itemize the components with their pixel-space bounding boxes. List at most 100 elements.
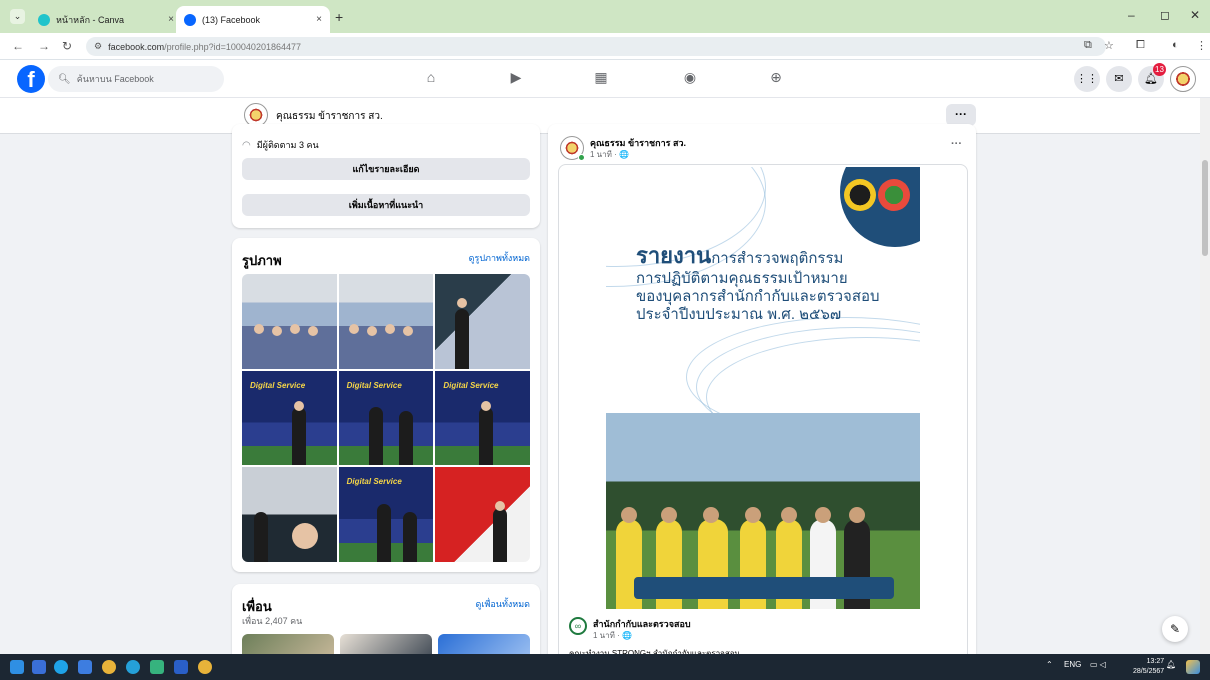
tab-title: หน้าหลัก - Canva xyxy=(56,14,125,25)
shared-timestamp[interactable]: 1 นาที · 🌐 xyxy=(593,629,632,642)
poster-line: ประจำปีงบประมาณ พ.ศ. ๒๕๖๗ xyxy=(636,306,842,324)
account-avatar[interactable] xyxy=(1170,66,1196,92)
file-explorer-icon[interactable] xyxy=(78,660,92,674)
profile-name[interactable]: คุณธรรม ข้าราชการ สว. xyxy=(276,109,383,124)
new-tab-button[interactable]: + xyxy=(335,9,343,25)
post-timestamp[interactable]: 1 นาที · 🌐 xyxy=(590,148,629,161)
followers-text: มีผู้ติดตาม 3 คน xyxy=(256,140,319,150)
report-poster-image[interactable]: รายงานการสำรวจพฤติกรรม การปฏิบัติตามคุณธ… xyxy=(606,167,920,609)
windows-taskbar: ⌃ ENG ▭ ◁ 13:27 28/5/2567 🔔︎ xyxy=(0,654,1210,680)
app-icon[interactable] xyxy=(126,660,140,674)
tab-search-chevron-icon[interactable]: ⌄ xyxy=(10,9,25,24)
minimize-button[interactable]: – xyxy=(1128,8,1135,22)
tab-close-icon[interactable]: × xyxy=(316,14,322,25)
photos-title: รูปภาพ xyxy=(242,253,282,268)
page-scrollbar[interactable] xyxy=(1200,98,1210,654)
forward-icon[interactable]: → xyxy=(38,39,50,53)
url-domain: facebook.com xyxy=(108,41,165,52)
add-featured-button[interactable]: เพิ่มเนื้อหาที่แนะนำ xyxy=(242,194,530,216)
clock[interactable]: 13:27 28/5/2567 xyxy=(1133,657,1164,677)
address-bar-row: ← → ↻ ⚙ facebook.com /profile.php?id=100… xyxy=(0,33,1210,60)
messenger-icon[interactable]: ✉ xyxy=(1106,66,1132,92)
poster-line: การปฏิบัติตามคุณธรรมเป้าหมาย xyxy=(636,269,848,287)
restore-button[interactable]: ◻ xyxy=(1160,8,1170,22)
profile-chip-icon[interactable]: ◐ xyxy=(1172,39,1179,51)
poster-headline: รายงานการสำรวจพฤติกรรม การปฏิบัติตามคุณธ… xyxy=(636,243,916,325)
app-icon[interactable] xyxy=(150,660,164,674)
photo-thumbnail[interactable] xyxy=(435,274,530,369)
notification-icon[interactable]: 🔔︎ xyxy=(1166,660,1176,669)
gaming-icon[interactable]: ⊕ xyxy=(765,69,787,89)
see-all-photos-link[interactable]: ดูรูปภาพทั้งหมด xyxy=(469,251,530,265)
search-icon: 🔍︎ xyxy=(58,73,71,85)
menu-grid-icon[interactable]: ⋮⋮ xyxy=(1074,66,1100,92)
home-icon[interactable]: ⌂ xyxy=(420,69,442,89)
friends-count: เพื่อน 2,407 คน xyxy=(242,616,303,626)
notification-count-badge: 13 xyxy=(1153,63,1166,76)
photo-thumbnail[interactable] xyxy=(242,274,337,369)
network-volume-icon[interactable]: ▭ ◁ xyxy=(1090,660,1106,669)
edit-details-button[interactable]: แก้ไขรายละเอียด xyxy=(242,158,530,180)
site-info-icon[interactable]: ⚙ xyxy=(94,41,102,52)
office-logo-icon[interactable]: ∞ xyxy=(569,617,587,635)
marketplace-icon[interactable]: ▦ xyxy=(590,69,612,89)
tab-title: (13) Facebook xyxy=(202,14,261,25)
see-all-friends-link[interactable]: ดูเพื่อนทั้งหมด xyxy=(476,597,530,611)
tab-close-icon[interactable]: × xyxy=(168,14,174,25)
profile-more-button[interactable]: ··· xyxy=(946,104,976,126)
chrome-icon[interactable] xyxy=(198,660,212,674)
tab-canva[interactable]: หน้าหลัก - Canva × xyxy=(30,6,182,33)
online-status-dot xyxy=(578,154,585,161)
language-indicator[interactable]: ENG xyxy=(1064,660,1081,669)
video-icon[interactable]: ▶ xyxy=(505,69,527,89)
extensions-icon[interactable]: ⧠ xyxy=(1136,39,1145,52)
edge-icon[interactable] xyxy=(54,660,68,674)
url-path: /profile.php?id=100040201864477 xyxy=(164,41,301,52)
photo-thumbnail[interactable] xyxy=(242,467,337,562)
photos-card: รูปภาพ ดูรูปภาพทั้งหมด Digital Service D… xyxy=(232,238,540,572)
poster-headline-rest: การสำรวจพฤติกรรม xyxy=(711,250,844,267)
photo-thumbnail[interactable]: Digital Service xyxy=(242,370,337,466)
facebook-search-input[interactable]: 🔍︎ ค้นหาบน Facebook xyxy=(48,66,224,92)
new-message-edit-icon[interactable]: ✎ xyxy=(1162,616,1188,642)
facebook-top-bar: f 🔍︎ ค้นหาบน Facebook ⌂ ▶ ▦ ◉ ⊕ ⋮⋮ ✉ 🔔︎ … xyxy=(0,60,1210,98)
window-close-button[interactable]: ✕ xyxy=(1190,8,1200,22)
search-placeholder: ค้นหาบน Facebook xyxy=(76,74,154,84)
search-app-icon[interactable] xyxy=(32,660,46,674)
outlook-icon[interactable] xyxy=(174,660,188,674)
reload-icon[interactable]: ↻ xyxy=(62,39,72,53)
url-input[interactable]: ⚙ facebook.com /profile.php?id=100040201… xyxy=(86,37,1106,56)
poster-headline-big: รายงาน xyxy=(636,243,712,268)
poster-line: ของบุคลากรสำนักกำกับและตรวจสอบ xyxy=(636,288,880,306)
friends-card: เพื่อน ดูเพื่อนทั้งหมด เพื่อน 2,407 คน xyxy=(232,584,540,664)
photo-thumbnail[interactable]: Digital Service xyxy=(338,370,434,466)
rss-followers-icon: ◠ xyxy=(242,139,251,151)
smile-logo-icon xyxy=(844,179,876,211)
copilot-icon[interactable] xyxy=(1186,660,1200,674)
photo-thumbnail[interactable]: Digital Service xyxy=(338,467,434,562)
facebook-favicon-icon xyxy=(184,13,196,26)
photo-thumbnail[interactable] xyxy=(435,467,530,562)
browser-menu-icon[interactable]: ⋮ xyxy=(1196,39,1207,52)
tab-facebook[interactable]: (13) Facebook × xyxy=(176,6,330,33)
shared-post-frame: รายงานการสำรวจพฤติกรรม การปฏิบัติตามคุณธ… xyxy=(558,164,968,664)
groups-icon[interactable]: ◉ xyxy=(679,69,701,89)
back-icon[interactable]: ← xyxy=(12,39,24,53)
tray-chevron-icon[interactable]: ⌃ xyxy=(1046,660,1053,669)
post-card: คุณธรรม ข้าราชการ สว. 1 นาที · 🌐 ··· ราย… xyxy=(548,124,976,664)
photo-thumbnail[interactable]: Digital Service xyxy=(435,370,530,466)
poster-footer-banner xyxy=(634,577,894,599)
install-app-icon[interactable]: ⧉ xyxy=(1084,39,1092,52)
browser-tab-strip: ⌄ หน้าหลัก - Canva × (13) Facebook × + –… xyxy=(0,0,1210,33)
strong-logo-icon xyxy=(878,179,910,211)
canva-favicon-icon xyxy=(38,13,50,26)
photo-grid: Digital Service Digital Service Digital … xyxy=(242,274,530,562)
bookmark-star-icon[interactable]: ☆ xyxy=(1104,39,1114,52)
chrome-icon[interactable] xyxy=(102,660,116,674)
post-more-button[interactable]: ··· xyxy=(951,138,962,150)
scrollbar-thumb[interactable] xyxy=(1202,160,1208,256)
start-icon[interactable] xyxy=(10,660,24,674)
facebook-logo-icon[interactable]: f xyxy=(17,65,45,93)
photo-thumbnail[interactable] xyxy=(338,274,434,369)
followers-row: ◠ มีผู้ติดตาม 3 คน xyxy=(242,138,319,152)
